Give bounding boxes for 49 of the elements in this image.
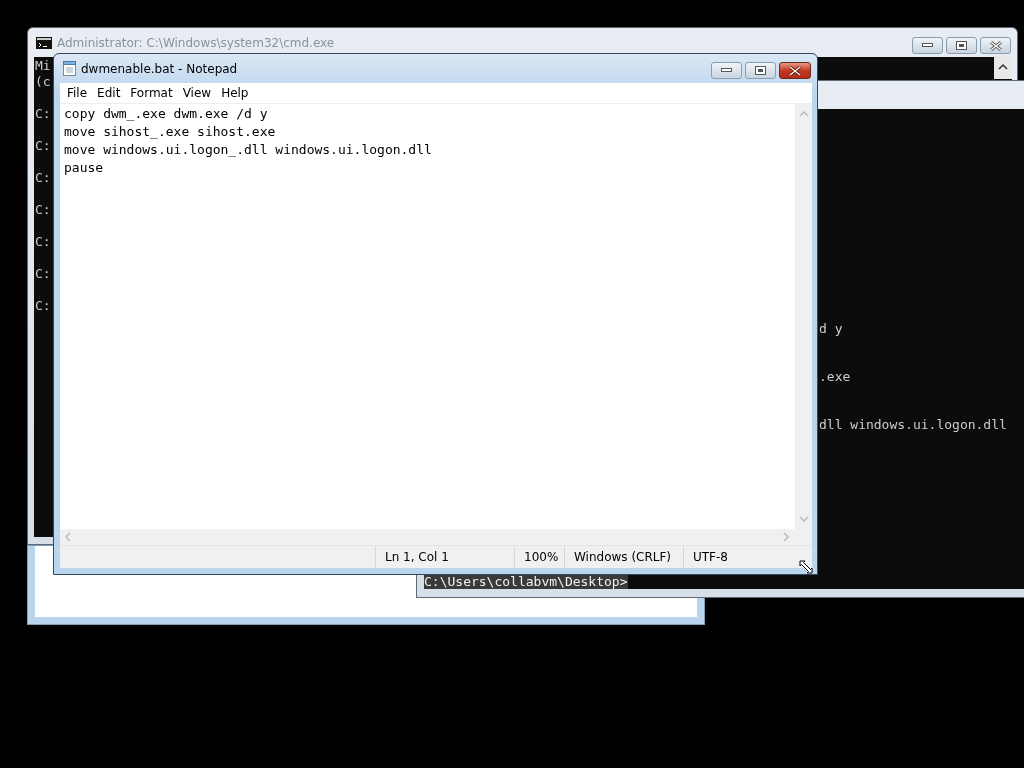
text-line: pause [64, 159, 104, 177]
close-icon [989, 40, 1002, 51]
minimize-icon [721, 68, 732, 73]
maximize-button[interactable] [946, 37, 977, 54]
console-line: C: [35, 106, 51, 122]
scroll-up-icon[interactable] [798, 110, 809, 117]
scroll-left-icon[interactable] [64, 532, 71, 542]
maximize-icon [956, 41, 967, 50]
console-line: .exe [819, 369, 851, 385]
text-line: copy dwm_.exe dwm.exe /d y [64, 105, 268, 123]
minimize-button[interactable] [912, 37, 943, 54]
text-line: move windows.ui.logon_.dll windows.ui.logon.dll [64, 141, 432, 159]
console-line: C: [35, 138, 51, 154]
console-line: C: [35, 298, 51, 314]
scroll-right-icon[interactable] [783, 532, 790, 542]
menu-item[interactable]: Format [125, 86, 178, 100]
text-editor[interactable]: copy dwm_.exe dwm.exe /d y move sihost_.exe sihost.exe move windows.ui.logon_.dll windows.ui.logon.dll pause [60, 104, 795, 529]
menu-item[interactable]: View [177, 86, 217, 100]
resize-cursor-icon [799, 560, 813, 574]
scroll-up-icon [998, 63, 1008, 70]
status-text: UTF-8 [683, 546, 783, 568]
status-text: Ln 1, Col 1 [375, 546, 514, 568]
window-title: Administrator: C:\Windows\system32\cmd.exe [57, 35, 335, 50]
menu-item[interactable]: File [62, 86, 93, 100]
console-line: (c [35, 74, 51, 90]
console-line: d y [819, 321, 843, 337]
notepad-icon [63, 61, 76, 76]
console-icon [36, 36, 52, 49]
close-icon [789, 65, 801, 76]
console-line: C: [35, 234, 51, 250]
console-prompt: C:\Users\collabvm\Desktop> [424, 575, 628, 589]
text-line: move sihost_.exe sihost.exe [64, 123, 276, 141]
maximize-icon [755, 66, 766, 75]
status-text: Windows (CRLF) [564, 546, 683, 568]
scroll-down-icon[interactable] [798, 516, 809, 523]
console-line: C: [35, 266, 51, 282]
menu-item[interactable]: Edit [92, 86, 126, 100]
menu-item[interactable]: Help [216, 86, 254, 100]
console-line: C: [35, 202, 51, 218]
close-button[interactable] [779, 62, 811, 79]
console-line: Mi [35, 58, 51, 74]
window-title: dwmenable.bat - Notepad [81, 61, 238, 76]
minimize-icon [922, 43, 933, 48]
console-line: dll windows.ui.logon.dll [819, 417, 1007, 433]
maximize-button[interactable] [745, 62, 776, 79]
close-button[interactable] [980, 37, 1011, 54]
minimize-button[interactable] [711, 62, 742, 79]
console-line: C: [35, 170, 51, 186]
status-text: 100% [514, 546, 564, 568]
